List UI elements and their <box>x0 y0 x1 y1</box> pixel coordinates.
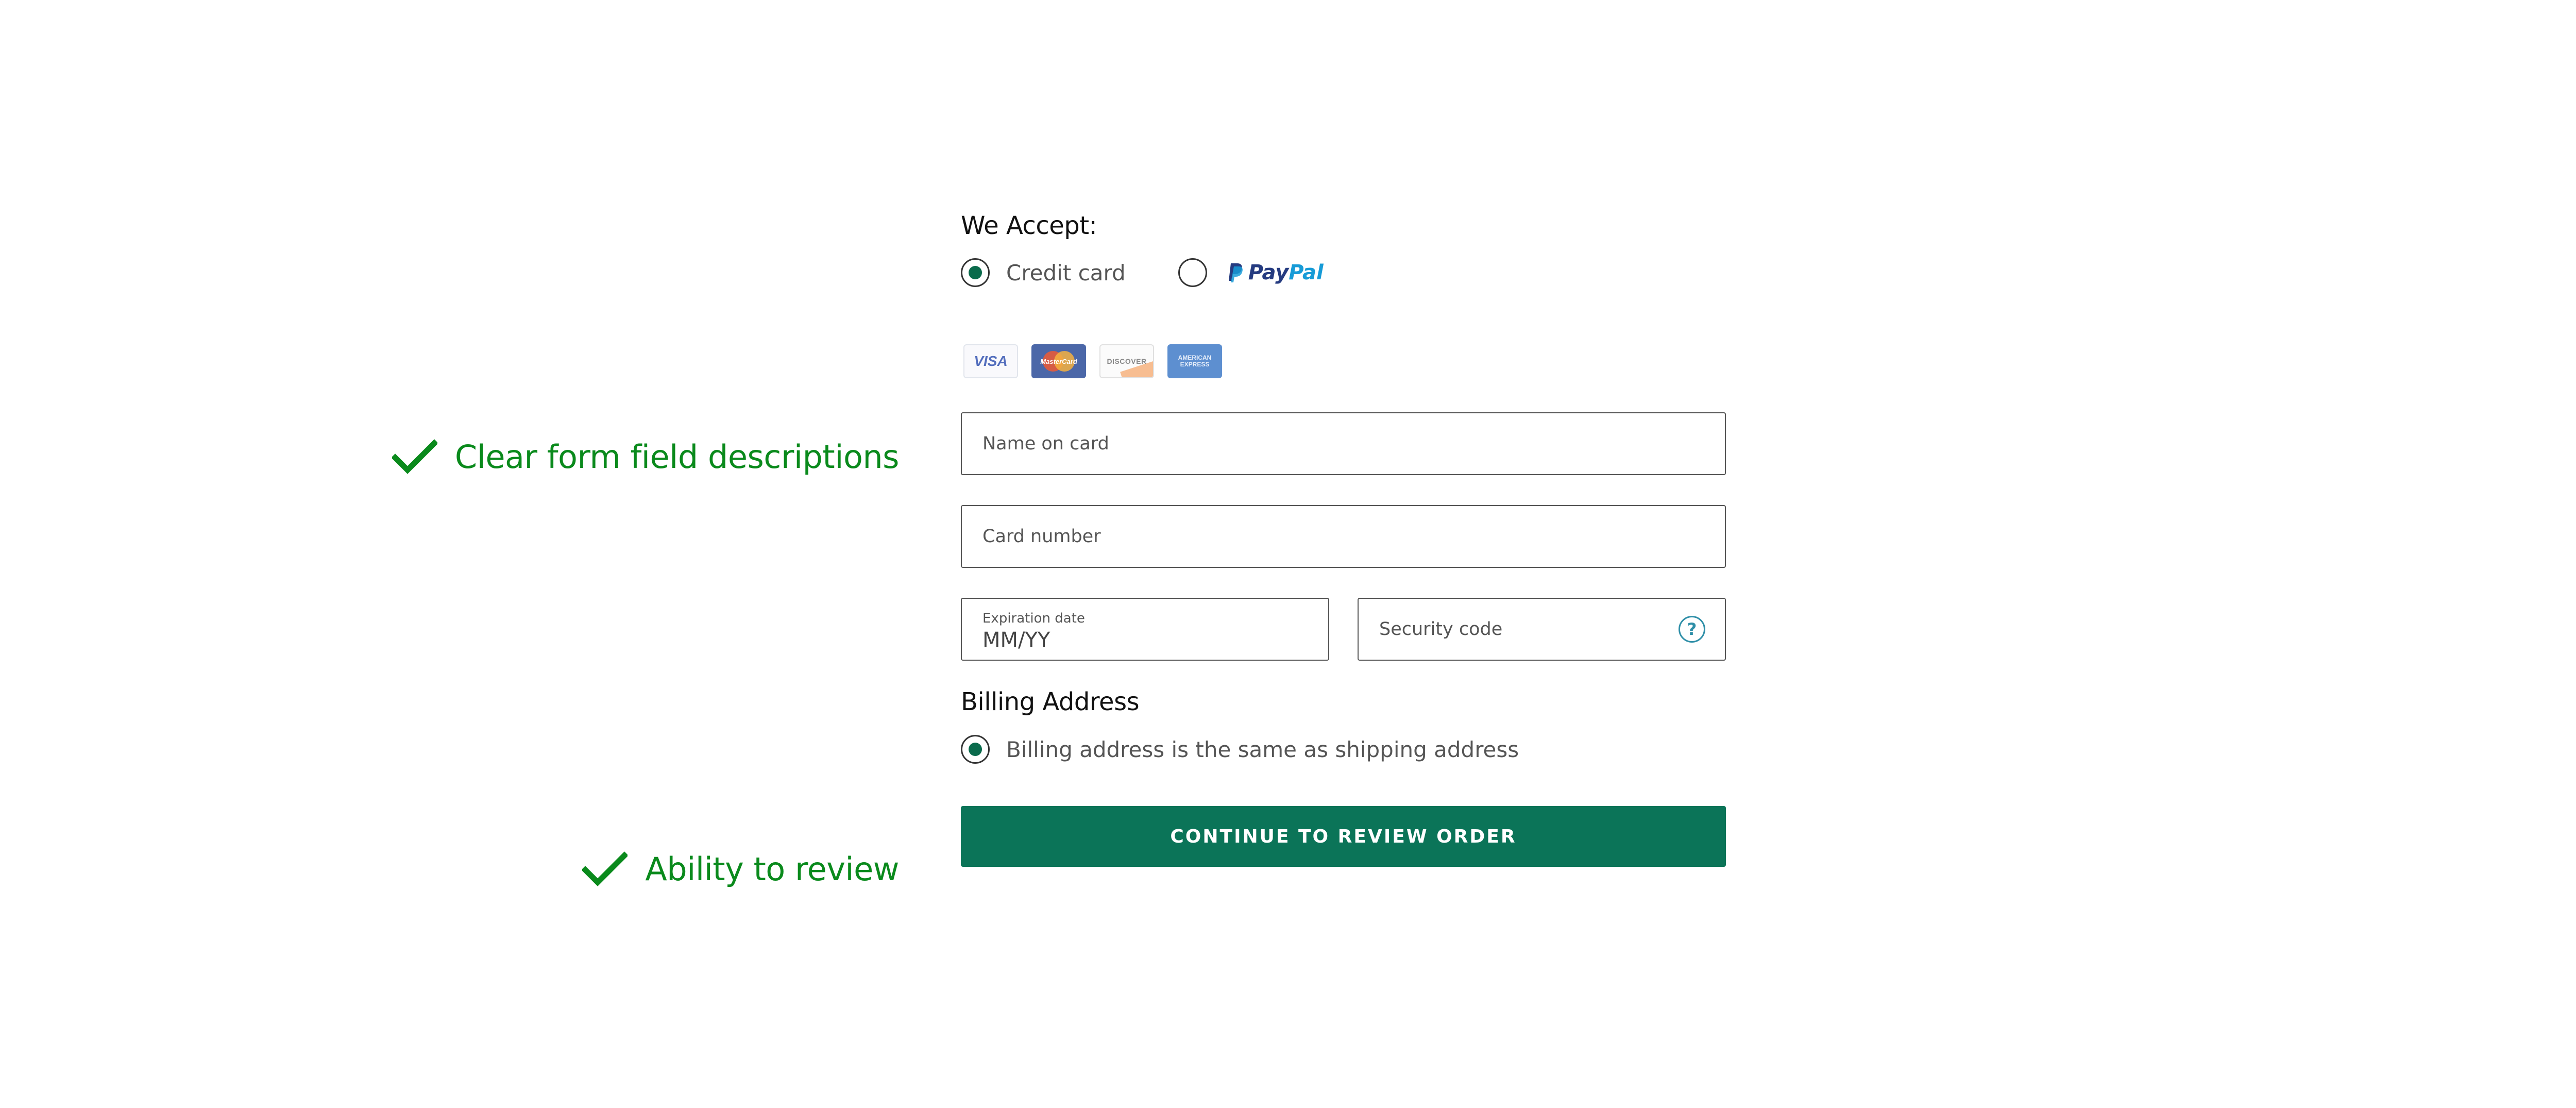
mastercard-logo: MasterCard <box>1031 344 1086 378</box>
checkmark-icon <box>392 439 437 474</box>
annotation-text: Clear form field descriptions <box>454 438 900 476</box>
continue-to-review-order-button[interactable]: CONTINUE TO REVIEW ORDER <box>961 806 1726 867</box>
credit-card-label[interactable]: Credit card <box>1006 260 1126 286</box>
visa-logo: VISA <box>963 344 1018 378</box>
payment-section-title: We Accept: <box>961 211 1097 240</box>
paypal-text-pay: Pay <box>1248 261 1289 284</box>
annotation-text: Ability to review <box>645 850 899 888</box>
payment-method-options: Credit card Pay Pal <box>961 255 1726 291</box>
discover-logo: DISCOVER <box>1099 344 1154 378</box>
billing-address-title: Billing Address <box>961 687 1140 716</box>
name-on-card-placeholder: Name on card <box>982 433 1109 454</box>
visa-logo-text: VISA <box>974 353 1008 369</box>
checkmark-icon <box>582 851 628 886</box>
billing-same-as-shipping-label[interactable]: Billing address is the same as shipping … <box>1006 737 1519 762</box>
mastercard-logo-text: MasterCard <box>1040 357 1077 365</box>
paypal-text-pal: Pal <box>1289 261 1324 284</box>
billing-same-as-shipping-option: Billing address is the same as shipping … <box>961 735 1726 764</box>
annotation-ability-to-review: Ability to review <box>582 850 899 888</box>
expiration-date-field[interactable]: Expiration date MM/YY <box>961 598 1329 661</box>
paypal-icon <box>1228 263 1243 282</box>
discover-logo-text: DISCOVER <box>1107 357 1147 365</box>
card-number-placeholder: Card number <box>982 526 1101 547</box>
expiration-date-label: Expiration date <box>982 611 1085 626</box>
expiry-security-row: Expiration date MM/YY Security code ? <box>961 598 1726 661</box>
amex-logo: AMERICAN EXPRESS <box>1167 344 1222 378</box>
card-number-field[interactable]: Card number <box>961 505 1726 568</box>
name-on-card-field[interactable]: Name on card <box>961 412 1726 475</box>
help-icon[interactable]: ? <box>1679 616 1705 643</box>
expiration-date-placeholder: MM/YY <box>982 628 1050 652</box>
credit-card-radio[interactable] <box>961 258 990 287</box>
billing-same-as-shipping-radio[interactable] <box>961 735 990 764</box>
paypal-radio[interactable] <box>1178 258 1207 287</box>
payment-form: We Accept: Credit card Pay Pal VISA Maste… <box>961 211 1726 867</box>
annotation-clear-descriptions: Clear form field descriptions <box>392 438 900 476</box>
paypal-logo[interactable]: Pay Pal <box>1228 261 1324 284</box>
amex-logo-text-2: EXPRESS <box>1180 361 1210 368</box>
accepted-cards: VISA MasterCard DISCOVER AMERICAN EXPRES… <box>963 344 1726 378</box>
security-code-placeholder: Security code <box>1379 619 1503 640</box>
security-code-field[interactable]: Security code ? <box>1358 598 1726 661</box>
